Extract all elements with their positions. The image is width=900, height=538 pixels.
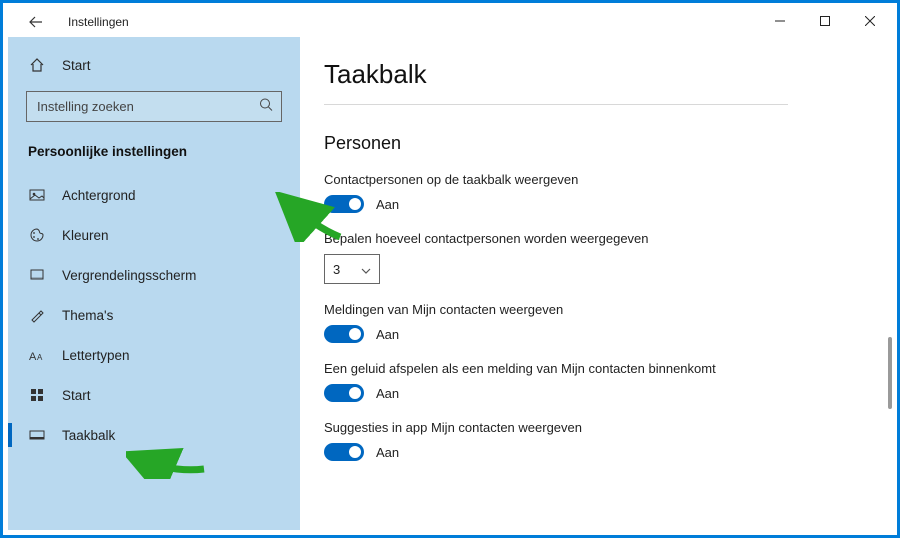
- lockscreen-icon: [28, 267, 46, 283]
- page-title: Taakbalk: [324, 59, 848, 104]
- setting-show-contacts: Contactpersonen op de taakbalk weergeven…: [324, 172, 848, 213]
- home-button[interactable]: Start: [8, 49, 300, 81]
- back-button[interactable]: [26, 12, 46, 32]
- toggle-sound[interactable]: [324, 384, 364, 402]
- fonts-icon: AA: [28, 348, 46, 362]
- maximize-button[interactable]: [802, 7, 847, 35]
- search-icon: [259, 97, 273, 116]
- sidebar-item-vergrendelingsscherm[interactable]: Vergrendelingsscherm: [8, 255, 300, 295]
- start-icon: [28, 387, 46, 403]
- toggle-state: Aan: [376, 386, 399, 401]
- search-input[interactable]: [27, 99, 281, 114]
- sidebar-item-label: Taakbalk: [62, 428, 115, 443]
- scrollbar-thumb[interactable]: [888, 337, 892, 409]
- select-contact-count[interactable]: 3: [324, 254, 380, 284]
- sidebar-item-label: Lettertypen: [62, 348, 130, 363]
- search-box[interactable]: [26, 91, 282, 122]
- nav-list: Achtergrond Kleuren Vergrendelingsscherm…: [8, 175, 300, 455]
- section-title: Personen: [324, 133, 848, 154]
- svg-text:A: A: [29, 351, 37, 362]
- toggle-state: Aan: [376, 197, 399, 212]
- setting-sound: Een geluid afspelen als een melding van …: [324, 361, 848, 402]
- toggle-suggestions[interactable]: [324, 443, 364, 461]
- toggle-notifications[interactable]: [324, 325, 364, 343]
- minimize-icon: [775, 16, 785, 26]
- close-icon: [865, 16, 875, 26]
- select-value: 3: [333, 262, 340, 277]
- sidebar-item-kleuren[interactable]: Kleuren: [8, 215, 300, 255]
- window-controls: [757, 7, 892, 35]
- close-button[interactable]: [847, 7, 892, 35]
- sidebar-item-lettertypen[interactable]: AA Lettertypen: [8, 335, 300, 375]
- toggle-state: Aan: [376, 445, 399, 460]
- setting-label: Contactpersonen op de taakbalk weergeven: [324, 172, 848, 187]
- toggle-state: Aan: [376, 327, 399, 342]
- picture-icon: [28, 187, 46, 203]
- setting-label: Een geluid afspelen als een melding van …: [324, 361, 848, 376]
- home-label: Start: [62, 58, 91, 73]
- sidebar-item-themas[interactable]: Thema's: [8, 295, 300, 335]
- home-icon: [28, 57, 46, 73]
- sidebar-item-label: Kleuren: [62, 228, 109, 243]
- sidebar-item-label: Thema's: [62, 308, 113, 323]
- divider: [324, 104, 788, 105]
- setting-contact-count: Bepalen hoeveel contactpersonen worden w…: [324, 231, 848, 284]
- titlebar: Instellingen: [8, 7, 892, 37]
- toggle-show-contacts[interactable]: [324, 195, 364, 213]
- palette-icon: [28, 227, 46, 243]
- chevron-down-icon: [361, 262, 371, 277]
- sidebar-item-start[interactable]: Start: [8, 375, 300, 415]
- sidebar-item-taakbalk[interactable]: Taakbalk: [8, 415, 300, 455]
- sidebar-item-achtergrond[interactable]: Achtergrond: [8, 175, 300, 215]
- content-pane: Taakbalk Personen Contactpersonen op de …: [300, 37, 892, 530]
- setting-notifications: Meldingen van Mijn contacten weergeven A…: [324, 302, 848, 343]
- arrow-left-icon: [29, 15, 43, 29]
- setting-suggestions: Suggesties in app Mijn contacten weergev…: [324, 420, 848, 461]
- category-title: Persoonlijke instellingen: [8, 128, 300, 169]
- sidebar-item-label: Start: [62, 388, 91, 403]
- svg-text:A: A: [37, 353, 43, 362]
- minimize-button[interactable]: [757, 7, 802, 35]
- sidebar: Start Persoonlijke instellingen Achtergr…: [8, 37, 300, 530]
- settings-window: Instellingen Start: [8, 7, 892, 530]
- setting-label: Meldingen van Mijn contacten weergeven: [324, 302, 848, 317]
- window-title: Instellingen: [68, 15, 129, 29]
- themes-icon: [28, 307, 46, 323]
- sidebar-item-label: Vergrendelingsscherm: [62, 268, 196, 283]
- setting-label: Suggesties in app Mijn contacten weergev…: [324, 420, 848, 435]
- setting-label: Bepalen hoeveel contactpersonen worden w…: [324, 231, 848, 246]
- maximize-icon: [820, 16, 830, 26]
- sidebar-item-label: Achtergrond: [62, 188, 136, 203]
- taskbar-icon: [28, 427, 46, 443]
